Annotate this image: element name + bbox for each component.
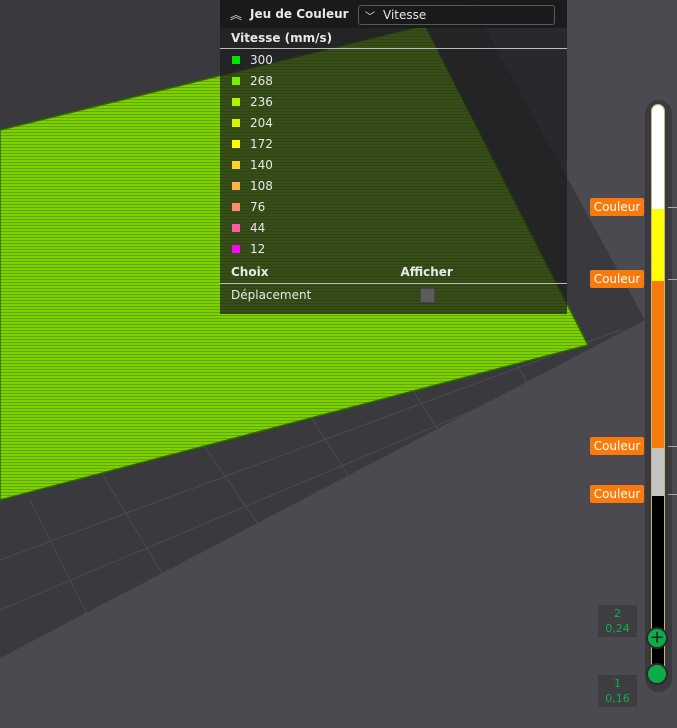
legend-item-label: 108	[250, 178, 273, 193]
legend-item: 140	[220, 154, 567, 175]
color-swatch	[232, 139, 240, 148]
lower-slider-handle[interactable]	[646, 663, 668, 685]
dropdown-value: Vitesse	[383, 8, 427, 22]
legend-item: 204	[220, 112, 567, 133]
legend-item-label: 204	[250, 115, 273, 130]
color-swatch	[232, 244, 240, 253]
legend-item: 12	[220, 238, 567, 259]
legend-item-label: 236	[250, 94, 273, 109]
color-swatch	[232, 55, 240, 64]
legend-item: 172	[220, 133, 567, 154]
legend-item-label: 300	[250, 52, 273, 67]
show-header: Afficher	[400, 265, 453, 279]
legend-item-label: 76	[250, 199, 266, 214]
color-swatch	[232, 202, 240, 211]
upper-layer-label: 2 0,24	[598, 605, 637, 637]
legend-item-label: 268	[250, 73, 273, 88]
lower-layer-height: 0,16	[605, 692, 630, 705]
legend-item-label: 12	[250, 241, 266, 256]
upper-layer-number: 2	[614, 607, 621, 620]
choice-header: Choix	[231, 265, 269, 279]
color-change-tag[interactable]: Couleur	[590, 485, 644, 503]
layer-color-bar	[651, 104, 665, 676]
legend-item: 236	[220, 91, 567, 112]
color-scheme-dropdown[interactable]: ﹀ Vitesse	[358, 5, 555, 25]
upper-slider-handle-plus-icon[interactable]: +	[646, 627, 668, 649]
legend-section-title: Vitesse (mm/s)	[220, 28, 567, 49]
color-swatch	[232, 181, 240, 190]
color-swatch	[232, 160, 240, 169]
options-header: Choix Afficher	[220, 261, 567, 284]
double-chevron-up-icon[interactable]: ︽	[230, 6, 250, 23]
color-change-tag[interactable]: Couleur	[590, 437, 644, 455]
lower-layer-label: 1 0,16	[598, 675, 637, 707]
legend-title: Jeu de Couleur	[250, 7, 349, 21]
legend-item-label: 172	[250, 136, 273, 151]
legend-item: 76	[220, 196, 567, 217]
color-change-tag[interactable]: Couleur	[590, 198, 644, 216]
legend-item: 108	[220, 175, 567, 196]
color-swatch	[232, 97, 240, 106]
upper-layer-height: 0,24	[605, 622, 630, 635]
color-scheme-legend: ︽ Jeu de Couleur ﹀ Vitesse Vitesse (mm/s…	[220, 0, 567, 314]
travel-checkbox[interactable]	[420, 287, 436, 303]
legend-item: 268	[220, 70, 567, 91]
color-change-tag[interactable]: Couleur	[590, 270, 644, 288]
color-swatch	[232, 223, 240, 232]
lower-layer-number: 1	[614, 677, 621, 690]
color-swatch	[232, 76, 240, 85]
legend-item: 44	[220, 217, 567, 238]
chevron-down-icon: ﹀	[365, 11, 375, 23]
legend-item-label: 44	[250, 220, 266, 235]
option-row-travel: Déplacement	[220, 284, 567, 306]
color-swatch	[232, 118, 240, 127]
option-label: Déplacement	[231, 288, 312, 302]
legend-item-label: 140	[250, 157, 273, 172]
legend-item: 300	[220, 49, 567, 70]
